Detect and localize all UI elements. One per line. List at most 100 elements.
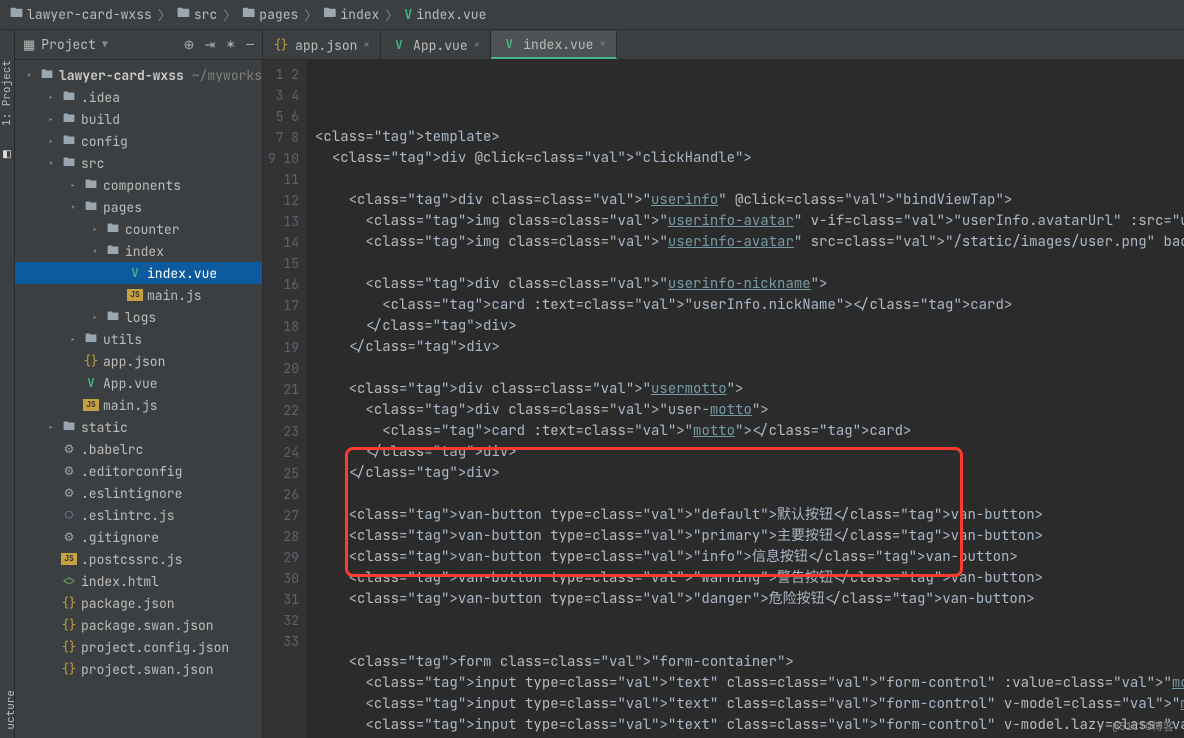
tree-item-main-js[interactable]: JSmain.js [15,394,262,416]
chevron-icon[interactable]: ▸ [89,311,101,324]
json-icon: {} [61,661,77,677]
tree-label: .babelrc [81,441,143,458]
collapse-all-icon[interactable]: ⇥ [204,36,215,53]
tree-label: app.json [103,353,165,370]
tree-item--idea[interactable]: ▸🖿.idea [15,86,262,108]
chevron-icon[interactable]: ▸ [89,223,101,236]
tree-item-index-vue[interactable]: Vindex.vue [15,262,262,284]
js-icon: JS [83,399,99,411]
tree-item-components[interactable]: ▸🖿components [15,174,262,196]
bookmark-icon[interactable]: ◧ [3,146,11,163]
breadcrumb-item[interactable]: 🖿 pages [242,4,298,26]
chevron-icon[interactable]: ▾ [45,157,57,170]
chevron-icon[interactable]: ▸ [45,421,57,434]
tree-item--babelrc[interactable]: ⚙.babelrc [15,438,262,460]
tree-label: .gitignore [81,529,159,546]
tree-item--eslintrc-js[interactable]: ◯.eslintrc.js [15,504,262,526]
breadcrumb-item[interactable]: V index.vue [404,6,486,23]
vue-icon: V [83,375,99,391]
project-panel-icon: ▦ [23,36,35,53]
tree-label: index.vue [147,265,217,282]
tree-item-static[interactable]: ▸🖿static [15,416,262,438]
gear-icon[interactable]: ✶ [225,36,236,53]
tree-item-logs[interactable]: ▸🖿logs [15,306,262,328]
tab-index-vue[interactable]: Vindex.vue× [491,31,617,59]
tab-app-vue[interactable]: VApp.vue× [381,31,491,59]
breadcrumb-label: lawyer-card-wxss [27,6,152,23]
tree-item-index[interactable]: ▾🖿index [15,240,262,262]
tree-item-counter[interactable]: ▸🖿counter [15,218,262,240]
tree-item-package-swan-json[interactable]: {}package.swan.json [15,614,262,636]
folder-icon: 🖿 [61,153,77,174]
tool-window-bar-left: 1: Project ◧ [0,30,15,738]
watermark-text: @51CTO博客 [1112,718,1174,734]
tree-item-main-js[interactable]: JSmain.js [15,284,262,306]
chevron-icon[interactable]: ▾ [67,201,79,214]
folder-icon: 🖿 [39,65,55,86]
folder-icon: 🖿 [10,4,23,26]
tree-label: utils [103,331,142,348]
chevron-icon[interactable]: ▸ [45,113,57,126]
tree-item-pages[interactable]: ▾🖿pages [15,196,262,218]
tree-item--editorconfig[interactable]: ⚙.editorconfig [15,460,262,482]
dropdown-icon[interactable]: ▼ [102,38,108,51]
json-icon: {} [273,37,289,53]
minimize-icon[interactable]: — [246,36,254,53]
tab-label: App.vue [413,37,468,54]
close-icon[interactable]: × [599,37,606,51]
project-panel-title[interactable]: Project [41,36,96,53]
config-icon: ⚙ [61,463,77,479]
tree-item--eslintignore[interactable]: ⚙.eslintignore [15,482,262,504]
breadcrumb-label: src [194,6,217,23]
tree-item-app-vue[interactable]: VApp.vue [15,372,262,394]
tree-item-project-swan-json[interactable]: {}project.swan.json [15,658,262,680]
chevron-icon[interactable]: ▸ [67,333,79,346]
tree-suffix: ~/myworks [192,67,262,84]
tree-label: config [81,133,128,150]
chevron-icon[interactable]: ▾ [23,69,35,82]
tab-app-json[interactable]: {}app.json× [263,31,381,59]
tree-label: index.html [81,573,159,590]
chevron-icon[interactable]: ▸ [67,179,79,192]
breadcrumb: 🖿 lawyer-card-wxss 〉 🖿 src 〉 🖿 pages 〉 🖿… [0,0,1184,30]
tree-label: package.swan.json [81,617,214,634]
line-number-gutter: 1 2 3 4 5 6 7 8 9 10 11 12 13 14 15 16 1… [263,60,307,738]
tree-item-config[interactable]: ▸🖿config [15,130,262,152]
chevron-right-icon: 〉 [304,5,317,24]
close-icon[interactable]: × [363,38,370,52]
editor-body: 1 2 3 4 5 6 7 8 9 10 11 12 13 14 15 16 1… [263,60,1184,738]
tree-item-lawyer-card-wxss[interactable]: ▾ 🖿lawyer-card-wxss ~/myworks [15,64,262,86]
vue-icon: V [501,36,517,52]
json-icon: {} [61,595,77,611]
tree-item--gitignore[interactable]: ⚙.gitignore [15,526,262,548]
tree-item-app-json[interactable]: {}app.json [15,350,262,372]
config-icon: ⚙ [61,529,77,545]
code-editor[interactable]: <class="tag">template> <class="tag">div … [307,60,1184,738]
chevron-right-icon: 〉 [223,5,236,24]
tree-label: package.json [81,595,175,612]
chevron-icon[interactable]: ▸ [45,91,57,104]
tree-item-build[interactable]: ▸🖿build [15,108,262,130]
tree-label: lawyer-card-wxss [59,67,184,84]
chevron-right-icon: 〉 [385,5,398,24]
tree-item-project-config-json[interactable]: {}project.config.json [15,636,262,658]
tree-label: build [81,111,120,128]
tree-item-index-html[interactable]: <>index.html [15,570,262,592]
close-icon[interactable]: × [474,38,481,52]
breadcrumb-item[interactable]: 🖿 index [323,4,379,26]
tree-item-src[interactable]: ▾🖿src [15,152,262,174]
chevron-icon[interactable]: ▾ [89,245,101,258]
tree-label: App.vue [103,375,158,392]
tree-item-package-json[interactable]: {}package.json [15,592,262,614]
editor-area: {}app.json×VApp.vue×Vindex.vue× 1 2 3 4 … [263,30,1184,738]
tool-window-button-structure[interactable]: ucture [0,682,22,738]
tree-item-utils[interactable]: ▸🖿utils [15,328,262,350]
tree-item--postcssrc-js[interactable]: JS.postcssrc.js [15,548,262,570]
project-tree[interactable]: ▾🖿lawyer-card-wxss~/myworks▸🖿.idea▸🖿buil… [15,60,262,738]
chevron-icon[interactable]: ▸ [45,135,57,148]
locate-icon[interactable]: ⊕ [183,36,194,53]
breadcrumb-item[interactable]: 🖿 src [177,4,217,26]
breadcrumb-item[interactable]: 🖿 lawyer-card-wxss [10,4,152,26]
tool-window-button-project[interactable]: 1: Project [0,60,14,126]
html-icon: <> [61,573,77,589]
